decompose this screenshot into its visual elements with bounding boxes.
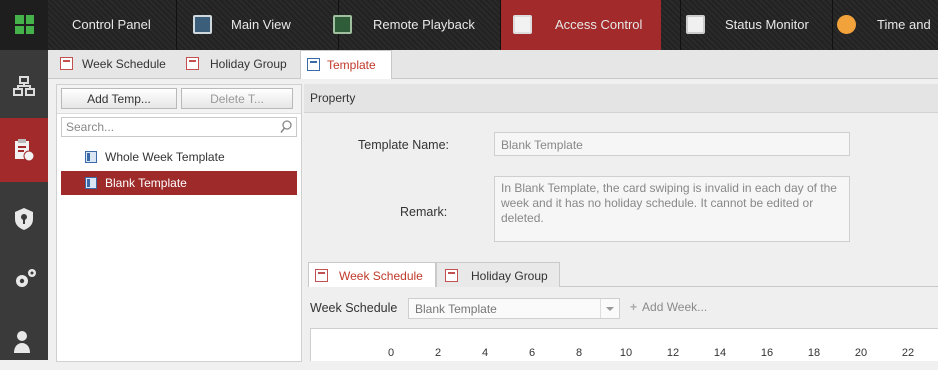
remote-playback-icon <box>333 15 352 34</box>
person-icon <box>14 331 30 353</box>
subtab-bar: Week Schedule Holiday Group Template <box>48 50 938 79</box>
rail-item-device[interactable] <box>0 58 48 116</box>
schedule-icon <box>15 139 35 162</box>
add-template-button[interactable]: Add Temp... <box>61 88 177 109</box>
tab-remote-playback[interactable]: Remote Playback <box>333 0 489 50</box>
template-list-panel: Add Temp... Delete T... Search... Whole … <box>56 84 302 362</box>
tab-label: Status Monitor <box>725 17 809 32</box>
tab-control-panel[interactable]: Control Panel <box>48 0 158 50</box>
tab-label: Main View <box>231 17 291 32</box>
search-placeholder: Search... <box>66 120 115 134</box>
add-week-label: Add Week... <box>642 300 708 314</box>
left-icon-rail <box>0 50 48 360</box>
rail-item-schedule[interactable] <box>0 118 48 182</box>
subtab-label: Template <box>327 58 376 72</box>
tab-status-monitor[interactable]: Status Monitor <box>680 0 821 50</box>
property-header: Property <box>304 84 938 113</box>
tab-label: Control Panel <box>72 17 151 32</box>
tab-label: Holiday Group <box>471 269 548 283</box>
search-input[interactable]: Search... <box>61 117 297 137</box>
app-menu-corner[interactable] <box>0 0 48 50</box>
week-schedule-icon <box>60 57 73 70</box>
schedule-tab-bar: Week Schedule Holiday Group <box>308 262 938 287</box>
week-schedule-selected: Blank Template <box>415 302 497 316</box>
grid-icon <box>15 15 34 34</box>
timeline-tick: 2 <box>434 347 442 359</box>
tab-week-schedule[interactable]: Week Schedule <box>308 262 436 287</box>
remark-label: Remark: <box>400 205 448 219</box>
template-item-selected[interactable]: Blank Template <box>61 171 297 195</box>
timeline-tick: 4 <box>481 347 489 359</box>
week-schedule-row: Week Schedule Blank Template + Add Week..… <box>308 296 938 320</box>
schedule-timeline[interactable]: 0 2 4 6 8 10 12 14 16 18 20 22 <box>310 328 938 361</box>
subtab-holiday-group[interactable]: Holiday Group <box>182 50 302 78</box>
remark-field[interactable]: In Blank Template, the card swiping is i… <box>494 176 850 242</box>
subtab-label: Week Schedule <box>82 57 166 71</box>
template-name-field[interactable]: Blank Template <box>494 132 850 156</box>
timeline-tick: 16 <box>760 347 774 359</box>
tab-label: Access Control <box>555 17 643 32</box>
chevron-down-icon[interactable] <box>600 299 619 318</box>
timeline-tick: 10 <box>619 347 633 359</box>
delete-template-button[interactable]: Delete T... <box>181 88 293 109</box>
access-control-icon <box>513 15 532 34</box>
subtab-week-schedule[interactable]: Week Schedule <box>54 50 182 78</box>
timeline-tick: 0 <box>387 347 395 359</box>
holiday-group-icon <box>186 57 199 70</box>
week-schedule-select[interactable]: Blank Template <box>408 298 620 319</box>
status-monitor-icon <box>686 15 705 34</box>
timeline-tick: 22 <box>901 347 915 359</box>
timeline-tick: 12 <box>666 347 680 359</box>
main-view-icon <box>193 15 212 34</box>
week-schedule-icon <box>315 269 328 282</box>
timeline-tick: 14 <box>713 347 727 359</box>
template-icon <box>85 151 97 163</box>
template-icon <box>85 177 97 189</box>
tab-access-control[interactable]: Access Control <box>500 0 661 50</box>
shield-icon <box>15 208 33 230</box>
rail-item-person[interactable] <box>0 312 48 370</box>
device-tree-icon <box>13 76 35 96</box>
rail-item-security[interactable] <box>0 190 48 248</box>
subtab-label: Holiday Group <box>210 57 287 71</box>
timeline-tick: 6 <box>528 347 536 359</box>
time-attendance-icon <box>837 15 856 34</box>
add-week-button[interactable]: + Add Week... <box>630 300 707 314</box>
search-icon[interactable] <box>280 120 292 134</box>
template-button-row: Add Temp... Delete T... <box>57 85 301 114</box>
tab-label: Remote Playback <box>373 17 475 32</box>
template-name-value: Blank Template <box>501 138 583 152</box>
subtab-template[interactable]: Template <box>300 50 392 79</box>
settings-icon <box>16 269 36 287</box>
rail-item-settings[interactable] <box>0 250 48 308</box>
template-item-label: Blank Template <box>105 176 187 190</box>
property-title: Property <box>310 91 356 105</box>
template-icon <box>307 58 320 71</box>
tab-label: Week Schedule <box>339 269 423 283</box>
template-property-panel: Property Template Name: Blank Template R… <box>304 84 938 361</box>
tab-holiday-group[interactable]: Holiday Group <box>436 262 560 287</box>
tab-main-view[interactable]: Main View <box>176 0 291 50</box>
timeline-tick: 18 <box>807 347 821 359</box>
timeline-tick: 20 <box>854 347 868 359</box>
template-item[interactable]: Whole Week Template <box>61 145 297 169</box>
top-navigation-bar: Control Panel Main View Remote Playback … <box>0 0 938 50</box>
tab-time-attendance[interactable]: Time and <box>832 0 938 50</box>
tab-label: Time and <box>877 17 931 32</box>
plus-icon: + <box>630 300 638 314</box>
template-name-label: Template Name: <box>358 138 450 152</box>
timeline-tick: 8 <box>575 347 583 359</box>
holiday-group-icon <box>445 269 458 282</box>
template-item-label: Whole Week Template <box>105 150 225 164</box>
week-schedule-label: Week Schedule <box>310 301 398 315</box>
